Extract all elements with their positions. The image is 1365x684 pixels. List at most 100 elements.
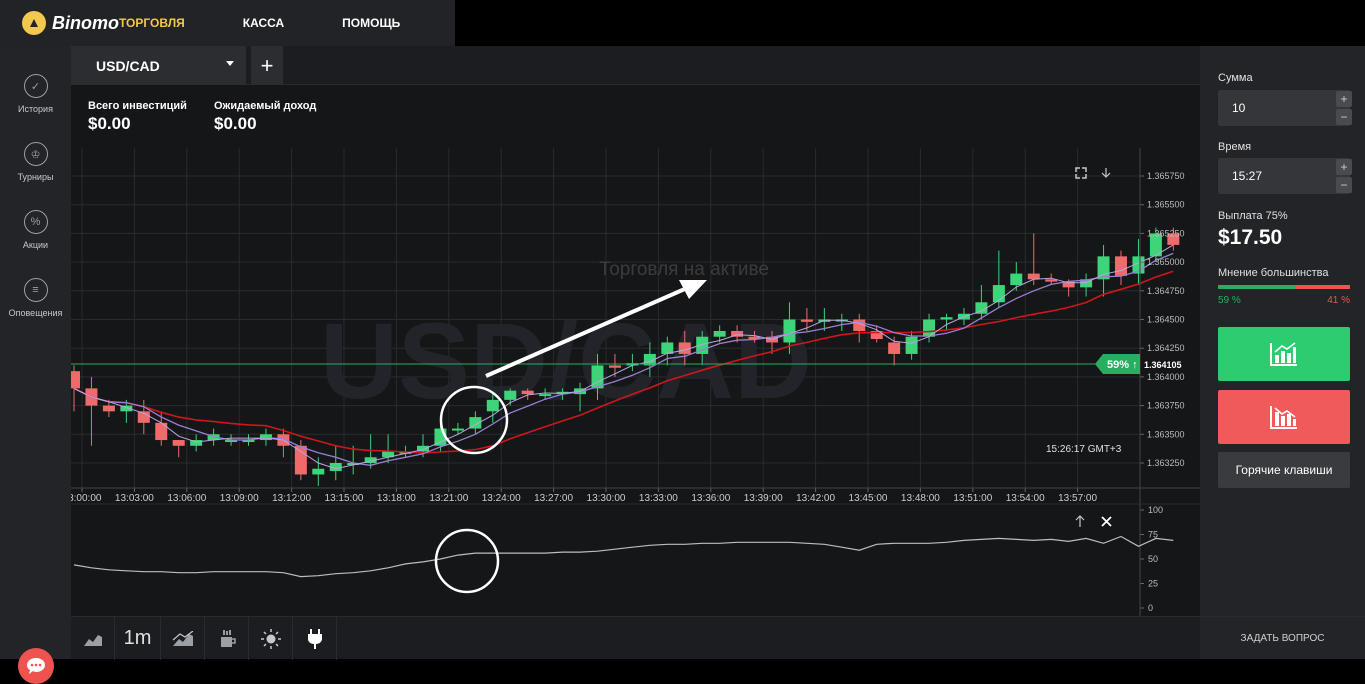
current-price-value: 1.364105	[1144, 360, 1182, 370]
amount-value: 10	[1232, 101, 1246, 115]
notifications-icon: ≡	[23, 278, 48, 302]
oscillator-tick-label: 50	[1148, 554, 1158, 564]
time-tick-label: 13:18:00	[377, 493, 416, 504]
price-tick-label: 1.365750	[1147, 171, 1185, 181]
plug-icon	[307, 628, 322, 649]
price-tick-label: 1.364500	[1147, 315, 1185, 325]
price-chart-svg[interactable]: USD/CAD Торговля на активе 1.3657501.365…	[63, 148, 1200, 616]
oscillator-highlight-circle	[434, 528, 500, 594]
candle	[905, 336, 918, 354]
sidebar-item-history[interactable]: ✓ История	[0, 74, 71, 114]
price-tick-label: 1.363250	[1147, 458, 1185, 468]
trophy-icon: ♔	[23, 142, 48, 166]
current-price-badge: 59% ↑	[1095, 354, 1140, 374]
candle	[940, 317, 953, 320]
plugin-button[interactable]	[293, 617, 337, 660]
ask-question-button[interactable]: ЗАДАТЬ ВОПРОС	[1200, 616, 1365, 659]
candle	[451, 428, 464, 431]
candle	[68, 371, 80, 389]
time-increment-button[interactable]: +	[1336, 159, 1352, 175]
indicator-up-icon[interactable]	[1075, 515, 1085, 527]
candle	[539, 394, 552, 397]
candle	[1010, 273, 1023, 286]
time-value: 15:27	[1232, 169, 1263, 183]
sidebar-item-tournaments[interactable]: ♔ Турниры	[0, 142, 71, 182]
time-tick-label: 13:57:00	[1058, 493, 1097, 504]
area-chart-icon	[83, 634, 102, 646]
amount-decrement-button[interactable]: −	[1336, 109, 1352, 125]
current-payout-label: 59% ↑	[1107, 359, 1138, 371]
sidebar-item-promotions[interactable]: % Акции	[0, 210, 71, 250]
brand-logo[interactable]: Binomo	[22, 11, 119, 35]
top-bar-blank	[455, 0, 1365, 46]
amount-field[interactable]: 10 + −	[1218, 90, 1352, 126]
sidebar-item-notifications[interactable]: ≡ Оповещения	[0, 278, 71, 318]
sentiment-down-pct: 41 %	[1327, 295, 1350, 306]
time-tick-label: 13:00:00	[71, 493, 102, 504]
sell-down-button[interactable]	[1218, 390, 1350, 444]
total-investment: Всего инвестиций $0.00	[88, 100, 187, 134]
chat-button[interactable]	[18, 648, 54, 684]
chevron-down-icon	[226, 61, 234, 66]
oscillator-tick-label: 0	[1148, 603, 1153, 613]
trade-panel: Сумма 10 + − Время 15:27 + − Выплата 75%…	[1200, 46, 1365, 659]
time-tick-label: 13:27:00	[534, 493, 573, 504]
sun-icon	[260, 628, 281, 649]
time-tick-label: 13:54:00	[1006, 493, 1045, 504]
price-chart[interactable]: USD/CAD Торговля на активе 1.365750 1.365…	[63, 148, 1200, 659]
time-tick-label: 13:15:00	[325, 493, 364, 504]
left-sidebar: ✓ История ♔ Турниры % Акции ≡ Оповещения	[0, 46, 71, 684]
candle	[521, 390, 534, 395]
indicators-button[interactable]	[205, 617, 249, 660]
expected-income-label: Ожидаемый доход	[214, 100, 317, 112]
nav-cashier[interactable]: КАССА	[243, 16, 284, 30]
trend-up-icon	[1270, 342, 1297, 366]
time-tick-label: 13:39:00	[744, 493, 783, 504]
price-tick-label: 1.365250	[1147, 228, 1185, 238]
drawing-tools-icon	[172, 630, 193, 646]
hotkeys-button[interactable]: Горячие клавиши	[1218, 452, 1350, 488]
time-tick-label: 13:48:00	[901, 493, 940, 504]
time-decrement-button[interactable]: −	[1336, 177, 1352, 193]
time-tick-label: 13:45:00	[849, 493, 888, 504]
drawing-tools-button[interactable]	[161, 617, 205, 660]
sentiment-label: Мнение большинства	[1218, 267, 1329, 279]
time-tick-label: 13:03:00	[115, 493, 154, 504]
chart-type-button[interactable]	[71, 617, 115, 660]
timeframe-button[interactable]: 1m	[115, 617, 161, 660]
sentiment-bar	[1218, 285, 1350, 289]
candle	[783, 319, 796, 343]
oscillator-tick-label: 25	[1148, 579, 1158, 589]
sentiment-up-fill	[1218, 285, 1296, 289]
candle	[1115, 256, 1127, 276]
candle	[678, 342, 691, 354]
payout-value: $17.50	[1218, 226, 1283, 249]
price-tick-label: 1.365000	[1147, 257, 1185, 267]
top-bar: Binomo ТОРГОВЛЯ КАССА ПОМОЩЬ	[0, 0, 455, 46]
time-tick-label: 13:51:00	[953, 493, 992, 504]
close-indicator-icon[interactable]	[1101, 516, 1112, 527]
time-tick-label: 13:24:00	[482, 493, 521, 504]
add-asset-button[interactable]: +	[251, 46, 283, 85]
candle	[486, 399, 499, 412]
time-tick-label: 13:21:00	[429, 493, 468, 504]
total-investment-label: Всего инвестиций	[88, 100, 187, 112]
candle	[608, 365, 621, 368]
oscillator-line	[73, 535, 1174, 578]
nav-help[interactable]: ПОМОЩЬ	[342, 16, 400, 30]
sidebar-item-label: Оповещения	[8, 308, 63, 318]
tab-usd-cad[interactable]: USD/CAD	[71, 46, 246, 85]
nav-trade[interactable]: ТОРГОВЛЯ	[119, 16, 185, 30]
chart-clock: 15:26:17 GMT+3	[1046, 444, 1122, 455]
binomo-logo-icon	[22, 11, 46, 35]
main-area: USD/CAD + Всего инвестиций $0.00 Ожидаем…	[63, 46, 1200, 660]
theme-button[interactable]	[249, 617, 293, 660]
time-field[interactable]: 15:27 + −	[1218, 158, 1352, 194]
tab-label: USD/CAD	[96, 57, 160, 74]
price-tick-label: 1.364750	[1147, 286, 1185, 296]
buy-up-button[interactable]	[1218, 327, 1350, 381]
brand-name: Binomo	[52, 12, 119, 33]
candle	[800, 319, 813, 322]
amount-increment-button[interactable]: +	[1336, 91, 1352, 107]
candle	[713, 330, 726, 337]
